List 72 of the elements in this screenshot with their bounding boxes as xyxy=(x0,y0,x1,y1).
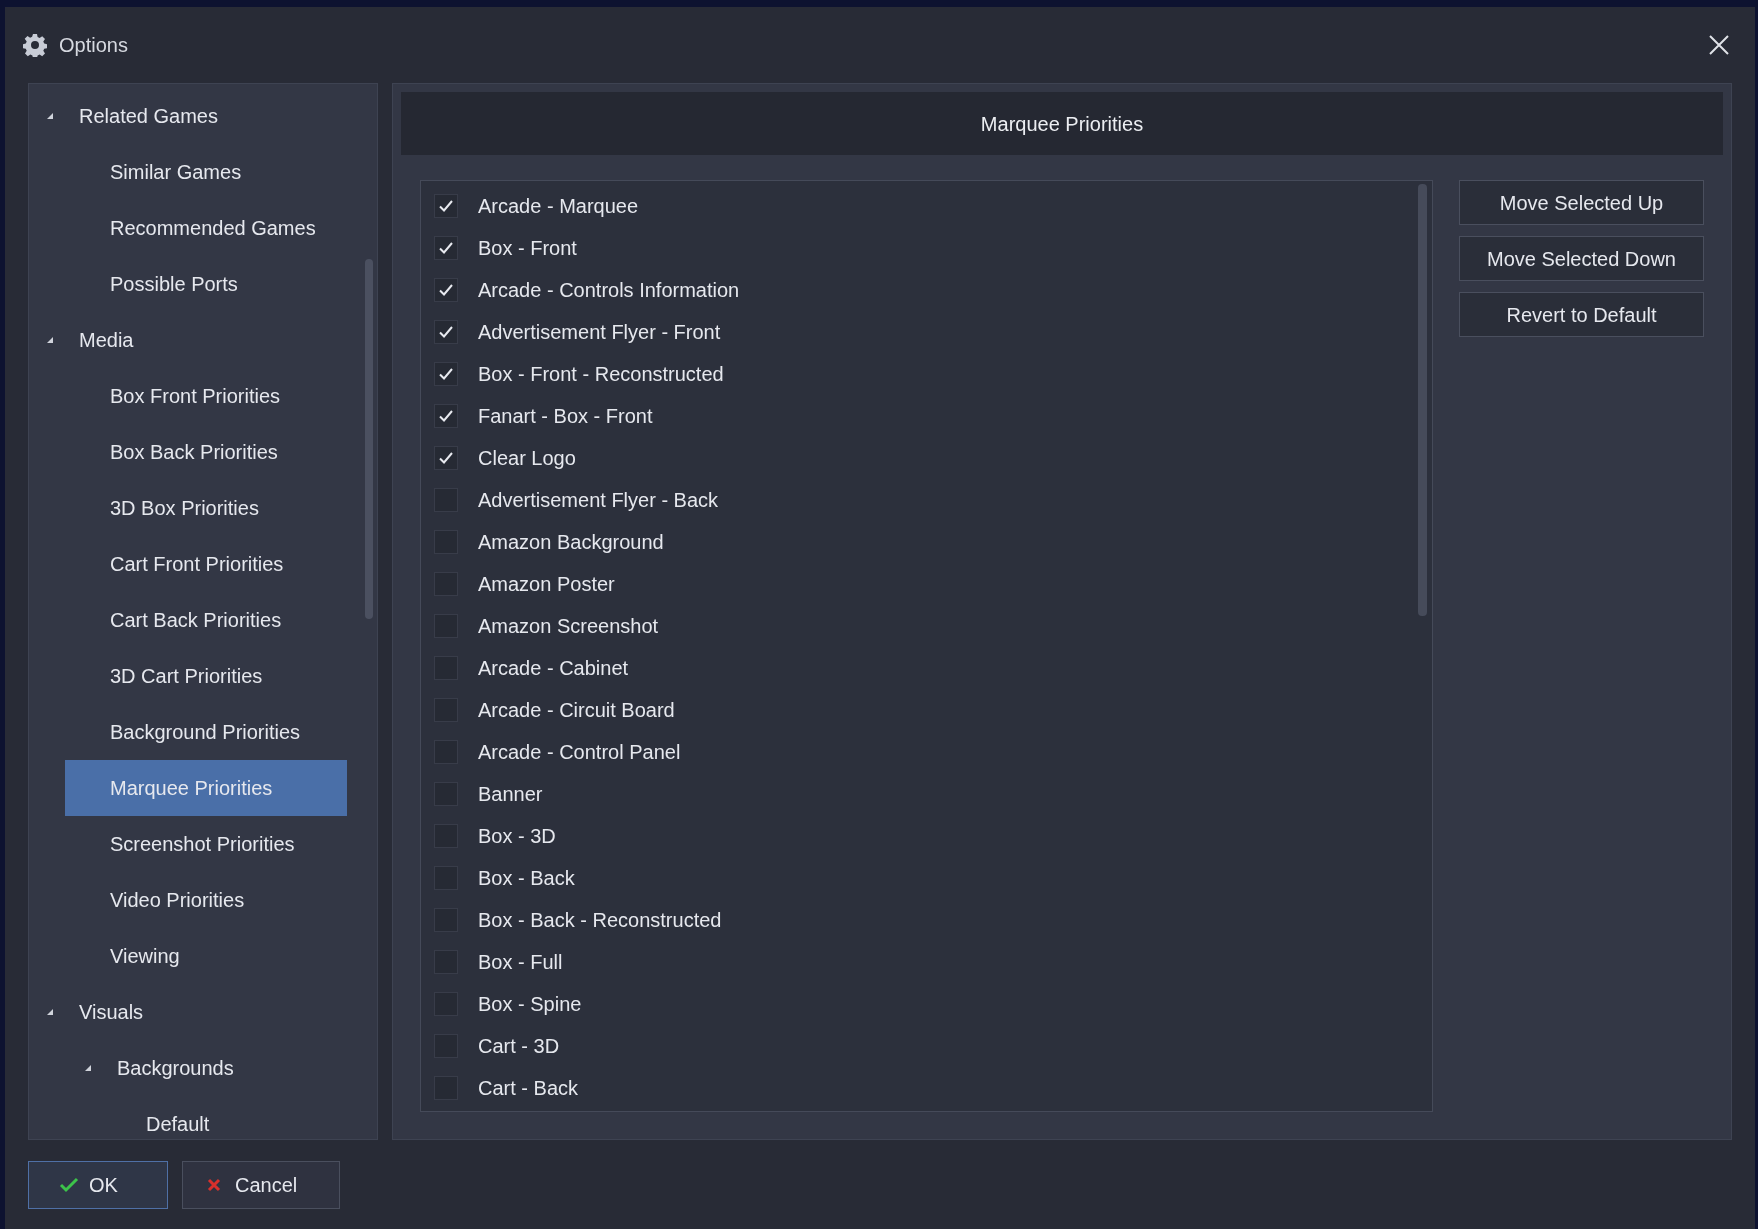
tree-item[interactable]: Recommended Games xyxy=(29,200,377,256)
tree-item[interactable]: Related Games xyxy=(29,88,377,144)
tree-item[interactable]: Marquee Priorities xyxy=(65,760,347,816)
tree-item[interactable]: Visuals xyxy=(29,984,377,1040)
list-item-label[interactable]: Cart - Back xyxy=(478,1073,579,1103)
checkbox[interactable] xyxy=(434,362,458,386)
list-item-label[interactable]: Arcade - Control Panel xyxy=(478,737,681,767)
list-item-label[interactable]: Advertisement Flyer - Front xyxy=(478,317,721,347)
checkbox[interactable] xyxy=(434,320,458,344)
tree-item[interactable]: Background Priorities xyxy=(29,704,377,760)
panel-header: Marquee Priorities xyxy=(401,92,1723,155)
scrollbar-thumb[interactable] xyxy=(1418,184,1427,616)
list-item-label[interactable]: Clear Logo xyxy=(478,443,576,473)
tree-item[interactable]: Box Back Priorities xyxy=(29,424,377,480)
list-item-label[interactable]: Box - Spine xyxy=(478,989,582,1019)
close-icon[interactable] xyxy=(1709,35,1729,55)
tree-item[interactable]: Cart Front Priorities xyxy=(29,536,377,592)
action-button[interactable]: Revert to Default xyxy=(1459,292,1704,337)
action-button[interactable]: Move Selected Up xyxy=(1459,180,1704,225)
checkmark-icon xyxy=(438,450,454,466)
list-item-label[interactable]: Arcade - Cabinet xyxy=(478,653,629,683)
tree-item[interactable]: Screenshot Priorities xyxy=(29,816,377,872)
tree-item[interactable]: Possible Ports xyxy=(29,256,377,312)
window-title: Options xyxy=(59,33,128,58)
list-item-label[interactable]: Advertisement Flyer - Back xyxy=(478,485,719,515)
action-button[interactable]: Move Selected Down xyxy=(1459,236,1704,281)
settings-icon xyxy=(23,33,47,57)
list-item-label[interactable]: Banner xyxy=(478,779,543,809)
list-item-label[interactable]: Box - Back - Reconstructed xyxy=(478,905,722,935)
tree-item[interactable]: Box Front Priorities xyxy=(29,368,377,424)
tree-item[interactable]: 3D Cart Priorities xyxy=(29,648,377,704)
list-item-label[interactable]: Box - Front xyxy=(478,233,577,263)
expanded-triangle-icon[interactable] xyxy=(45,1007,55,1017)
tree-item[interactable]: Cart Back Priorities xyxy=(29,592,377,648)
checkmark-icon xyxy=(438,366,454,382)
list-item-label[interactable]: Box - Full xyxy=(478,947,563,977)
cancel-button[interactable]: Cancel xyxy=(182,1161,340,1209)
list-item-label[interactable]: Box - Front - Reconstructed xyxy=(478,359,724,389)
list-item-label[interactable]: Amazon Background xyxy=(478,527,664,557)
expanded-triangle-icon[interactable] xyxy=(83,1063,93,1073)
checkbox[interactable] xyxy=(434,404,458,428)
list-item-label[interactable]: Fanart - Box - Front xyxy=(478,401,653,431)
list-item-label[interactable]: Amazon Screenshot xyxy=(478,611,659,641)
checkbox[interactable] xyxy=(434,446,458,470)
tree-item[interactable]: Video Priorities xyxy=(29,872,377,928)
checkmark-icon xyxy=(59,1177,79,1193)
list-item-label[interactable]: Arcade - Controls Information xyxy=(478,275,740,305)
tree-item[interactable]: Default xyxy=(29,1096,377,1139)
tree-item[interactable]: Backgrounds xyxy=(29,1040,377,1096)
checkmark-icon xyxy=(438,408,454,424)
tree-item[interactable]: Similar Games xyxy=(29,144,377,200)
checkmark-icon xyxy=(438,324,454,340)
checkmark-icon xyxy=(438,198,454,214)
expanded-triangle-icon[interactable] xyxy=(45,111,55,121)
list-item-label[interactable]: Cart - 3D xyxy=(478,1031,560,1061)
ok-button[interactable]: OK xyxy=(28,1161,168,1209)
x-mark-icon xyxy=(207,1178,221,1192)
checkbox[interactable] xyxy=(434,194,458,218)
list-item-label[interactable]: Arcade - Circuit Board xyxy=(478,695,675,725)
list-item-label[interactable]: Box - Back xyxy=(478,863,575,893)
checkbox[interactable] xyxy=(434,236,458,260)
tree-item[interactable]: 3D Box Priorities xyxy=(29,480,377,536)
checkmark-icon xyxy=(438,240,454,256)
checkbox[interactable] xyxy=(434,278,458,302)
tree-item[interactable]: Viewing xyxy=(29,928,377,984)
list-item-label[interactable]: Box - 3D xyxy=(478,821,556,851)
list-item-label[interactable]: Arcade - Marquee xyxy=(478,191,639,221)
tree-item[interactable]: Media xyxy=(29,312,377,368)
list-item-label[interactable]: Amazon Poster xyxy=(478,569,615,599)
expanded-triangle-icon[interactable] xyxy=(45,335,55,345)
scrollbar-thumb[interactable] xyxy=(365,259,373,619)
checkmark-icon xyxy=(438,282,454,298)
